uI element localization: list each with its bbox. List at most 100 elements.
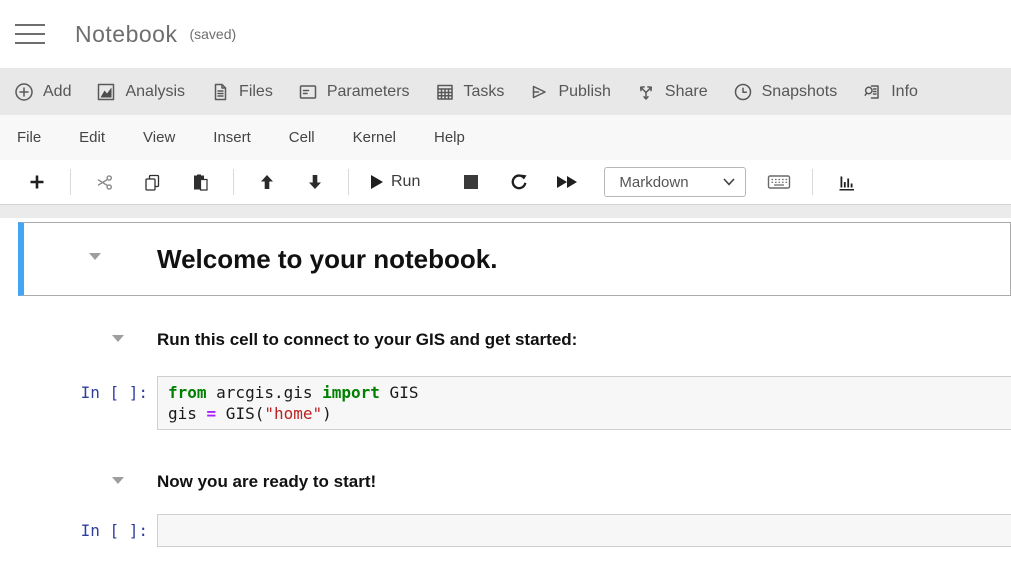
- visualization-button[interactable]: [829, 167, 863, 197]
- toolbar-separator: [233, 169, 234, 195]
- restart-kernel-icon: [509, 172, 529, 192]
- move-up-icon: [258, 173, 276, 191]
- menu-view[interactable]: View: [143, 129, 175, 146]
- restart-run-all-icon: [557, 176, 577, 188]
- hamburger-menu-icon[interactable]: [15, 24, 45, 44]
- parameters-panel-icon: [298, 82, 318, 102]
- markdown-cell-run-instructions[interactable]: Run this cell to connect to your GIS and…: [0, 328, 1011, 352]
- restart-kernel-button[interactable]: [502, 167, 536, 197]
- code-input-area[interactable]: from arcgis.gis import GIS gis = GIS("ho…: [157, 376, 1011, 430]
- snapshots-clock-icon: [733, 82, 753, 102]
- tasks-calendar-icon: [435, 82, 455, 102]
- run-label: Run: [391, 173, 420, 191]
- toolbar-separator: [812, 169, 813, 195]
- add-cell-icon: [28, 173, 46, 191]
- prompt-column: [0, 328, 157, 342]
- cell-type-select[interactable]: Markdown: [604, 167, 746, 197]
- info-label: Info: [891, 83, 918, 101]
- share-branch-icon: [636, 82, 656, 102]
- code-input-area[interactable]: [157, 514, 1011, 547]
- notebook-menu-bar: File Edit View Insert Cell Kernel Help: [0, 115, 1011, 160]
- analysis-button[interactable]: Analysis: [96, 82, 185, 102]
- prompt-column: [0, 470, 157, 484]
- tasks-button[interactable]: Tasks: [435, 82, 505, 102]
- ready-heading: Now you are ready to start!: [157, 470, 376, 494]
- code-cell-empty[interactable]: In [ ]:: [0, 514, 1011, 547]
- copy-icon: [143, 173, 162, 192]
- code-token: arcgis.gis: [207, 383, 323, 402]
- cell-content: Welcome to your notebook.: [157, 241, 497, 277]
- content-top-margin: [0, 205, 1011, 218]
- publish-plane-icon: [529, 82, 549, 102]
- cell-content: Now you are ready to start!: [157, 470, 376, 494]
- copy-cells-button[interactable]: [135, 167, 169, 197]
- notebook-app: Notebook (saved) Add Analysis Files Para…: [0, 0, 1011, 580]
- paste-icon: [191, 173, 210, 192]
- snapshots-button[interactable]: Snapshots: [733, 82, 838, 102]
- menu-kernel[interactable]: Kernel: [353, 129, 396, 146]
- analysis-chart-icon: [96, 82, 116, 102]
- run-button[interactable]: Run: [365, 167, 426, 197]
- add-cell-button[interactable]: [20, 167, 54, 197]
- cut-icon: [95, 173, 114, 192]
- menu-insert[interactable]: Insert: [213, 129, 251, 146]
- chart-icon: [837, 173, 856, 192]
- code-line: from arcgis.gis import GIS: [168, 382, 1001, 403]
- collapse-arrow-icon[interactable]: [89, 253, 101, 260]
- snapshots-label: Snapshots: [762, 83, 838, 101]
- code-token: GIS: [380, 383, 419, 402]
- menu-file[interactable]: File: [17, 129, 41, 146]
- parameters-button[interactable]: Parameters: [298, 82, 410, 102]
- publish-button[interactable]: Publish: [529, 82, 610, 102]
- menu-help[interactable]: Help: [434, 129, 465, 146]
- welcome-heading: Welcome to your notebook.: [157, 241, 497, 277]
- command-palette-button[interactable]: [762, 167, 796, 197]
- add-button[interactable]: Add: [14, 82, 71, 102]
- share-label: Share: [665, 83, 708, 101]
- info-search-icon: [862, 82, 882, 102]
- input-prompt: In [ ]:: [81, 383, 148, 402]
- app-header: Notebook (saved): [0, 0, 1011, 68]
- page-title: Notebook: [75, 21, 177, 48]
- collapse-arrow-icon[interactable]: [112, 335, 124, 342]
- share-button[interactable]: Share: [636, 82, 708, 102]
- markdown-cell-ready[interactable]: Now you are ready to start!: [0, 470, 1011, 494]
- code-token: GIS(: [216, 404, 264, 423]
- code-token: =: [207, 404, 217, 423]
- collapse-arrow-icon[interactable]: [112, 477, 124, 484]
- run-instructions-heading: Run this cell to connect to your GIS and…: [157, 328, 577, 352]
- restart-run-all-button[interactable]: [550, 167, 584, 197]
- add-label: Add: [43, 83, 71, 101]
- cell-toolbar: Run Markdown: [0, 160, 1011, 205]
- input-prompt: In [ ]:: [81, 521, 148, 540]
- cut-cells-button[interactable]: [87, 167, 121, 197]
- publish-label: Publish: [558, 83, 610, 101]
- interrupt-kernel-button[interactable]: [454, 167, 488, 197]
- cell-type-value: Markdown: [619, 174, 688, 191]
- file-document-icon: [210, 82, 230, 102]
- menu-edit[interactable]: Edit: [79, 129, 105, 146]
- stop-icon: [464, 175, 478, 189]
- files-button[interactable]: Files: [210, 82, 273, 102]
- code-line: [168, 520, 1001, 541]
- tasks-label: Tasks: [464, 83, 505, 101]
- info-button[interactable]: Info: [862, 82, 918, 102]
- prompt-column: In [ ]:: [0, 514, 157, 540]
- move-cell-down-button[interactable]: [298, 167, 332, 197]
- toolbar-separator: [348, 169, 349, 195]
- notebook-content: Welcome to your notebook. Run this cell …: [0, 218, 1011, 577]
- markdown-cell-welcome[interactable]: Welcome to your notebook.: [18, 222, 1011, 296]
- menu-cell[interactable]: Cell: [289, 129, 315, 146]
- prompt-column: In [ ]:: [0, 376, 157, 402]
- keyboard-icon: [767, 173, 791, 191]
- analysis-label: Analysis: [125, 83, 185, 101]
- paste-cells-button[interactable]: [183, 167, 217, 197]
- prompt-column: [24, 241, 157, 260]
- move-down-icon: [306, 173, 324, 191]
- code-token: ): [322, 404, 332, 423]
- code-line: gis = GIS("home"): [168, 403, 1001, 424]
- move-cell-up-button[interactable]: [250, 167, 284, 197]
- code-token: import: [322, 383, 380, 402]
- parameters-label: Parameters: [327, 83, 410, 101]
- code-cell-gis-connect[interactable]: In [ ]: from arcgis.gis import GIS gis =…: [0, 376, 1011, 430]
